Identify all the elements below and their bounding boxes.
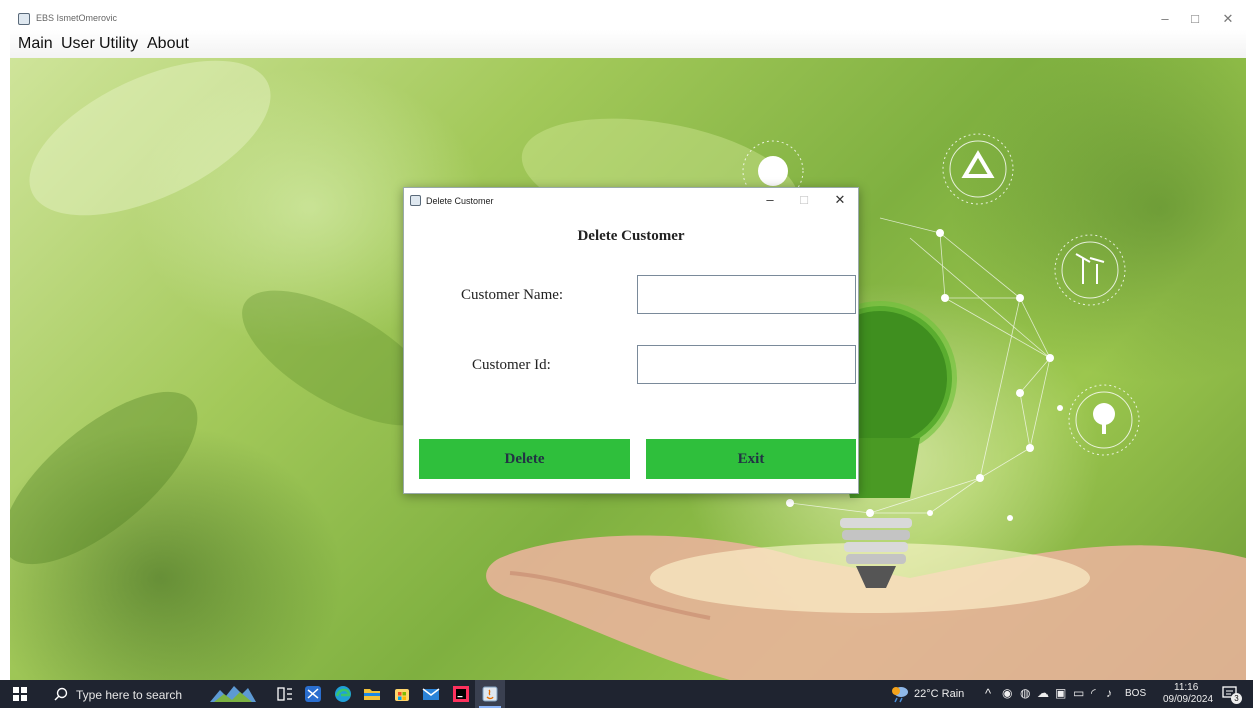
- wifi-icon[interactable]: ◜: [1091, 686, 1096, 700]
- gpu-icon[interactable]: ◍: [1020, 686, 1030, 700]
- menu-main[interactable]: Main: [18, 35, 53, 53]
- volume-icon[interactable]: ♪: [1106, 686, 1112, 700]
- taskbar-search-box[interactable]: Type here to search: [42, 682, 198, 706]
- chevron-up-icon[interactable]: ^: [985, 686, 991, 701]
- customer-name-input[interactable]: [637, 275, 856, 314]
- dialog-close-button[interactable]: ✕: [827, 191, 853, 209]
- delete-customer-dialog: Delete Customer – □ ✕ Delete Customer Cu…: [403, 187, 859, 494]
- customer-id-label: Customer Id:: [472, 357, 551, 373]
- java-app-taskbar-button[interactable]: [475, 680, 505, 708]
- microsoft-store-icon[interactable]: [392, 684, 412, 704]
- menubar: Main User Utility About: [10, 30, 1246, 58]
- dialog-titlebar: Delete Customer – □ ✕: [404, 188, 858, 212]
- window-minimize-button[interactable]: –: [1150, 10, 1180, 28]
- recycle-eco-icon: [942, 133, 1014, 205]
- java-icon: [482, 686, 498, 702]
- clock-date[interactable]: 09/09/2024: [1163, 694, 1213, 705]
- java-app-icon: [18, 13, 30, 25]
- search-placeholder: Type here to search: [76, 688, 183, 702]
- windows-start-icon[interactable]: [10, 684, 30, 704]
- display-icon[interactable]: ▣: [1055, 686, 1066, 700]
- snipping-tool-icon[interactable]: [303, 684, 323, 704]
- notification-count-badge: 3: [1231, 693, 1242, 704]
- menu-user[interactable]: User: [61, 35, 95, 53]
- window-maximize-button[interactable]: □: [1180, 10, 1210, 28]
- menu-utility[interactable]: Utility: [99, 35, 138, 53]
- menu-about[interactable]: About: [147, 35, 189, 53]
- intellij-icon[interactable]: [451, 684, 471, 704]
- tree-eco-icon: [1068, 384, 1140, 456]
- clock-time[interactable]: 11:16: [1174, 682, 1198, 693]
- dialog-maximize-button: □: [800, 192, 808, 207]
- customer-name-label: Customer Name:: [461, 287, 564, 303]
- battery-icon[interactable]: ▭: [1073, 686, 1084, 700]
- notification-center-icon[interactable]: 3: [1222, 685, 1242, 704]
- weather-rain-icon[interactable]: [890, 684, 910, 704]
- java-app-icon: [410, 195, 421, 206]
- dialog-minimize-button[interactable]: –: [757, 191, 783, 209]
- window-close-button[interactable]: ✕: [1213, 10, 1243, 28]
- file-explorer-icon[interactable]: [362, 684, 382, 704]
- edge-icon[interactable]: [333, 684, 353, 704]
- wind-turbine-eco-icon: [1054, 234, 1126, 306]
- task-view-icon[interactable]: [275, 684, 295, 704]
- window-title: EBS IsmetOmerovic: [36, 13, 118, 23]
- screen: EBS IsmetOmerovic – □ ✕ Main User Utilit…: [0, 0, 1253, 708]
- dialog-heading: Delete Customer: [577, 228, 685, 244]
- search-highlight-icon[interactable]: [208, 684, 258, 704]
- window-titlebar: EBS IsmetOmerovic – □ ✕: [10, 8, 1246, 30]
- weather-text[interactable]: 22°C Rain: [914, 688, 964, 700]
- language-indicator[interactable]: BOS: [1125, 688, 1146, 699]
- taskbar: Type here to search 22°C Rain ^ ◉ ◍ ☁ ▣ …: [0, 680, 1253, 708]
- onedrive-cloud-icon[interactable]: ☁: [1037, 686, 1049, 700]
- mail-icon[interactable]: [421, 684, 441, 704]
- exit-button[interactable]: Exit: [646, 439, 856, 479]
- customer-id-input[interactable]: [637, 345, 856, 384]
- record-icon[interactable]: ◉: [1002, 686, 1012, 700]
- dialog-title: Delete Customer: [426, 196, 494, 206]
- search-icon: [54, 687, 68, 701]
- delete-button[interactable]: Delete: [419, 439, 630, 479]
